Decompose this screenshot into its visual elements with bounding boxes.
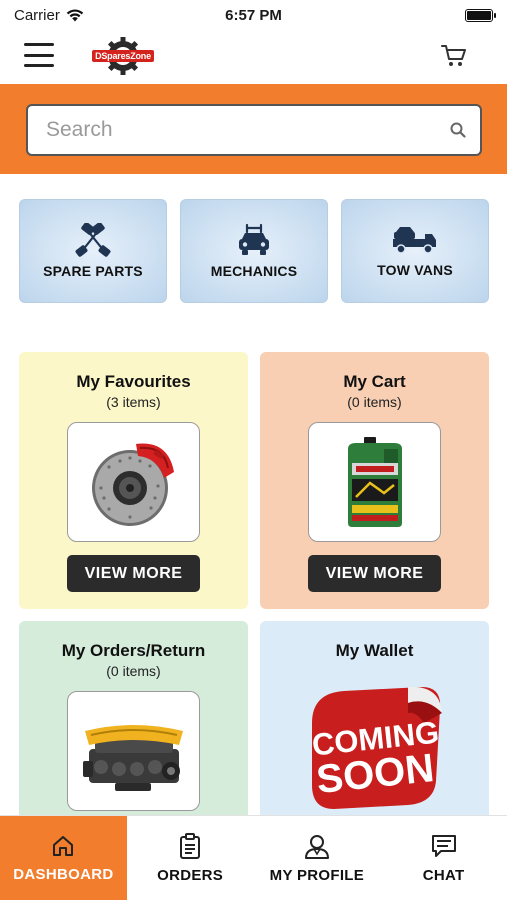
favourites-count: (3 items) [106,394,161,410]
wifi-icon [66,8,84,21]
category-label: TOW VANS [377,262,453,278]
nav-chat[interactable]: CHAT [380,816,507,900]
pistons-icon [75,223,111,257]
search-icon[interactable] [450,122,466,138]
nav-label: MY PROFILE [269,867,365,884]
logo-text: DSparesZone [92,50,154,62]
clipboard-icon [180,833,201,859]
wallet-title: My Wallet [335,641,414,660]
car-service-icon [239,223,269,255]
home-icon [53,836,74,856]
cart-tile[interactable]: My Cart (0 items) VIEW MORE [260,352,489,609]
chat-icon [431,835,456,857]
coming-soon-badge: COMING SOON [310,686,442,809]
category-spare-parts[interactable]: SPARE PARTS [19,199,167,303]
orders-title: My Orders/Return [61,641,206,660]
brake-disc-image [67,422,200,542]
nav-label: DASHBOARD [13,866,114,883]
favourites-title: My Favourites [76,372,191,391]
cart-count: (0 items) [347,394,402,410]
status-left: Carrier [14,7,84,24]
cart-title: My Cart [343,372,406,391]
favourites-tile[interactable]: My Favourites (3 items) VIEW MORE [19,352,248,609]
cart-view-more-button[interactable]: VIEW MORE [308,555,441,592]
nav-label: CHAT [422,867,465,884]
category-label: MECHANICS [210,263,298,279]
search-box[interactable] [26,104,482,156]
wallet-tile[interactable]: My Wallet COMING SOON [260,621,489,821]
search-input[interactable] [46,118,450,142]
category-mechanics[interactable]: MECHANICS [180,199,328,303]
category-label: SPARE PARTS [43,263,143,279]
engine-image [67,691,200,811]
cart-icon[interactable] [441,44,467,68]
tow-truck-icon [393,227,436,254]
favourites-view-more-button[interactable]: VIEW MORE [67,555,200,592]
nav-orders[interactable]: ORDERS [127,816,254,900]
category-row: SPARE PARTS MECHANICS TOW VANS [19,199,489,303]
nav-dashboard[interactable]: DASHBOARD [0,816,127,900]
bottom-nav: DASHBOARD ORDERS MY PROFILE CHAT [0,815,507,900]
carrier-label: Carrier [14,6,60,24]
orders-count: (0 items) [106,663,161,679]
orders-tile[interactable]: My Orders/Return (0 items) [19,621,248,821]
status-bar: Carrier 6:57 PM [0,0,507,30]
nav-my-profile[interactable]: MY PROFILE [254,816,381,900]
oil-can-image [308,422,441,542]
app-header: DSparesZone [0,30,507,84]
user-icon [304,835,329,859]
app-logo: DSparesZone [86,36,160,76]
search-band [0,84,507,174]
battery-icon [465,8,496,22]
nav-label: ORDERS [157,867,224,884]
hamburger-menu-icon[interactable] [24,43,54,67]
category-tow-vans[interactable]: TOW VANS [341,199,489,303]
